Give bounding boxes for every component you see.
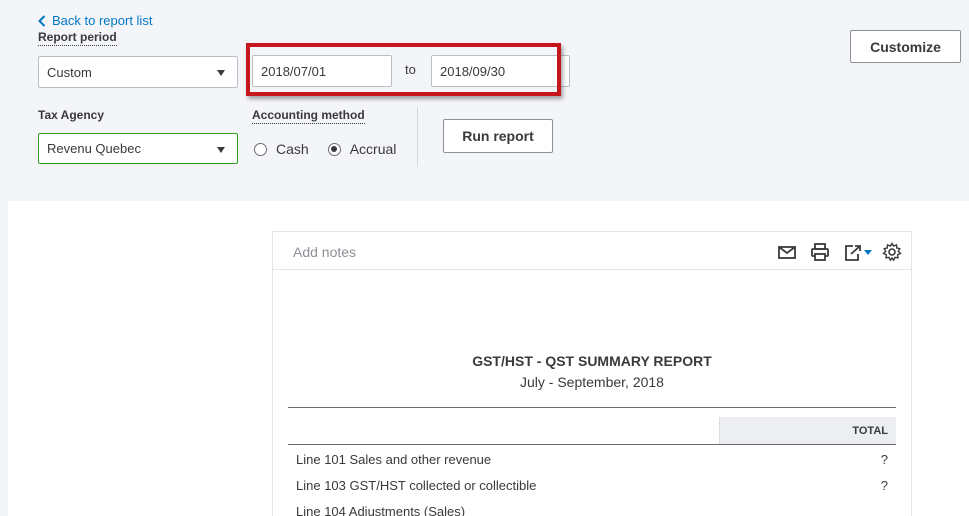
caret-down-icon <box>217 70 225 76</box>
total-column-header: TOTAL <box>719 417 896 444</box>
back-to-report-list-link[interactable]: Back to report list <box>38 13 152 28</box>
date-range-separator: to <box>405 62 416 77</box>
tax-agency-select[interactable]: Revenu Quebec <box>38 133 238 164</box>
tax-agency-value: Revenu Quebec <box>47 141 141 156</box>
caret-down-icon <box>217 147 225 153</box>
back-link-label: Back to report list <box>52 13 153 28</box>
email-icon[interactable] <box>777 242 797 262</box>
row-label: Line 103 GST/HST collected or collectibl… <box>296 478 537 493</box>
accounting-method-label: Accounting method <box>252 108 365 124</box>
cash-radio[interactable]: Cash <box>254 141 309 157</box>
report-controls-panel: Back to report list Report period Custom… <box>0 0 969 201</box>
print-icon[interactable] <box>810 242 830 262</box>
report-toolbar: Add notes <box>273 232 911 270</box>
export-icon[interactable] <box>843 242 873 262</box>
settings-icon[interactable] <box>882 242 902 262</box>
row-value[interactable]: ? <box>881 478 888 493</box>
report-period-value: Custom <box>47 64 92 80</box>
radio-checked-icon <box>327 142 341 156</box>
table-row: Line 104 Adjustments (Sales) <box>296 504 888 516</box>
report-period-select[interactable]: Custom <box>38 56 238 88</box>
add-notes-link[interactable]: Add notes <box>293 244 356 260</box>
report-title: GST/HST - QST SUMMARY REPORT <box>472 353 712 369</box>
accounting-method-radio-group: Cash Accrual <box>254 141 415 157</box>
row-label: Line 101 Sales and other revenue <box>296 452 492 467</box>
end-date-input[interactable]: 2018/09/30 <box>431 55 570 87</box>
customize-button[interactable]: Customize <box>850 30 961 63</box>
table-header-rule <box>288 444 896 445</box>
tax-agency-label: Tax Agency <box>38 108 105 122</box>
table-row: Line 101 Sales and other revenue ? <box>296 452 888 467</box>
row-label: Line 104 Adjustments (Sales) <box>296 504 466 516</box>
radio-unchecked-icon <box>254 142 267 156</box>
report-card: Add notes GST/HST - QST SUMMARY REPORT J… <box>272 231 912 516</box>
report-period-label: Report period <box>38 30 117 46</box>
start-date-input[interactable]: 2018/07/01 <box>252 55 392 87</box>
cash-radio-label: Cash <box>276 141 309 157</box>
accrual-radio-label: Accrual <box>349 141 397 157</box>
chevron-left-icon <box>38 14 46 27</box>
table-top-rule <box>288 407 896 408</box>
report-subtitle: July - September, 2018 <box>520 374 664 390</box>
row-value[interactable]: ? <box>881 452 888 467</box>
run-report-button[interactable]: Run report <box>443 119 553 153</box>
table-row: Line 103 GST/HST collected or collectibl… <box>296 478 888 493</box>
divider <box>417 107 418 167</box>
accrual-radio[interactable]: Accrual <box>327 141 397 157</box>
